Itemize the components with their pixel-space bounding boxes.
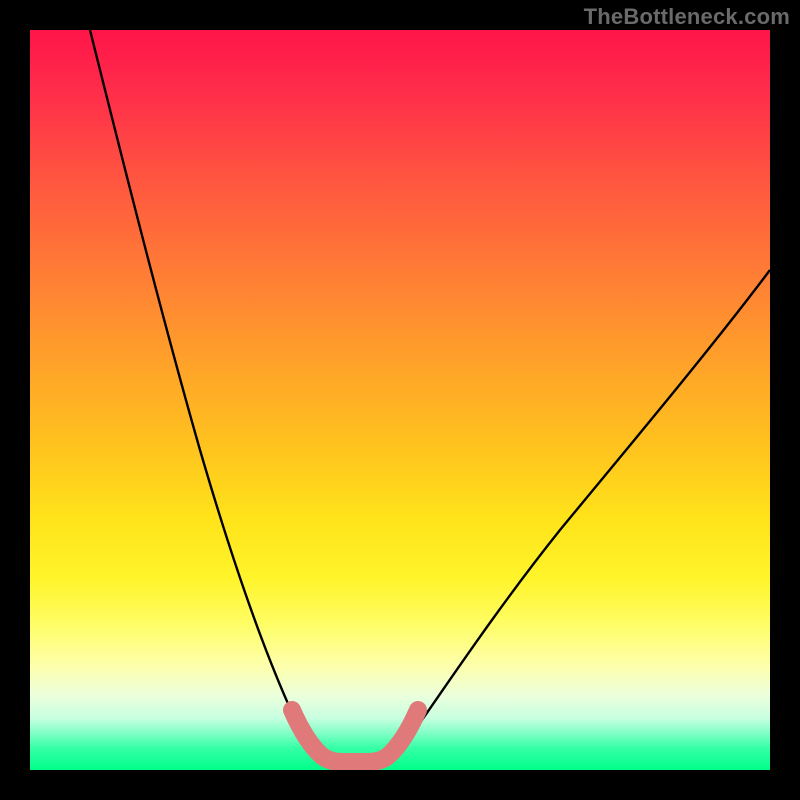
plot-area (30, 30, 770, 770)
bottom-marker (292, 710, 418, 762)
chart-frame: TheBottleneck.com (0, 0, 800, 800)
curve-layer (30, 30, 770, 770)
watermark-text: TheBottleneck.com (584, 4, 790, 30)
left-curve (90, 30, 330, 768)
right-curve (380, 270, 770, 768)
